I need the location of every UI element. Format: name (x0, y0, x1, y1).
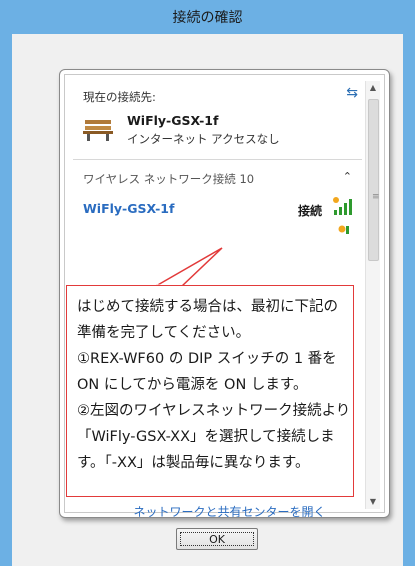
wireless-section-label[interactable]: ワイヤレス ネットワーク接続 10 (83, 171, 254, 187)
dialog-window: 接続の確認 現在の接続先: ⇆ WiFly-GSX-1f インターネット アクセ… (0, 0, 415, 566)
current-network-name: WiFly-GSX-1f (127, 113, 219, 128)
scroll-up-icon[interactable]: ▲ (366, 81, 380, 95)
sharing-center-link[interactable]: ネットワークと共有センターを開く (65, 503, 389, 517)
title-bar: 接続の確認 (0, 0, 415, 34)
sync-icon[interactable]: ⇆ (346, 85, 358, 101)
callout-pointer (153, 247, 223, 288)
grip-icon: ≡ (372, 192, 380, 202)
wifi-network-name[interactable]: WiFly-GSX-1f (83, 201, 174, 216)
callout-line: す。「-XX」は製品毎に異なります。 (77, 455, 310, 471)
current-network-status: インターネット アクセスなし (127, 132, 280, 146)
dialog-client-area: 現在の接続先: ⇆ WiFly-GSX-1f インターネット アクセスなし ワイ… (12, 34, 403, 566)
scroll-thumb[interactable]: ≡ (368, 99, 380, 261)
callout-line: ON にしてから電源を ON します。 (77, 377, 308, 393)
chevron-up-icon[interactable]: ⌃ (343, 170, 352, 183)
scroll-down-icon[interactable]: ▼ (366, 495, 380, 509)
callout-line: ②左図のワイヤレスネットワーク接続より (77, 403, 351, 419)
wifi-connect-status[interactable]: 接続 (298, 202, 322, 219)
callout-line: ①REX-WF60 の DIP スイッチの 1 番を (77, 351, 337, 367)
instruction-callout: はじめて接続する場合は、最初に下記の 準備を完了してください。 ①REX-WF6… (66, 285, 354, 497)
callout-line: はじめて接続する場合は、最初に下記の (77, 299, 338, 315)
bench-icon (83, 120, 113, 141)
scrollbar[interactable]: ▲ ≡ ▼ (365, 81, 380, 509)
callout-line: 「WiFly-GSX-XX」を選択して接続しま (77, 429, 335, 445)
window-title: 接続の確認 (172, 10, 243, 26)
callout-line: 準備を完了してください。 (77, 325, 251, 341)
ok-button[interactable]: OK (176, 528, 258, 550)
current-connection-label: 現在の接続先: (83, 90, 156, 104)
signal-icon (333, 197, 352, 215)
signal-icon (338, 225, 349, 234)
focus-ring (180, 532, 254, 546)
divider (73, 159, 362, 160)
